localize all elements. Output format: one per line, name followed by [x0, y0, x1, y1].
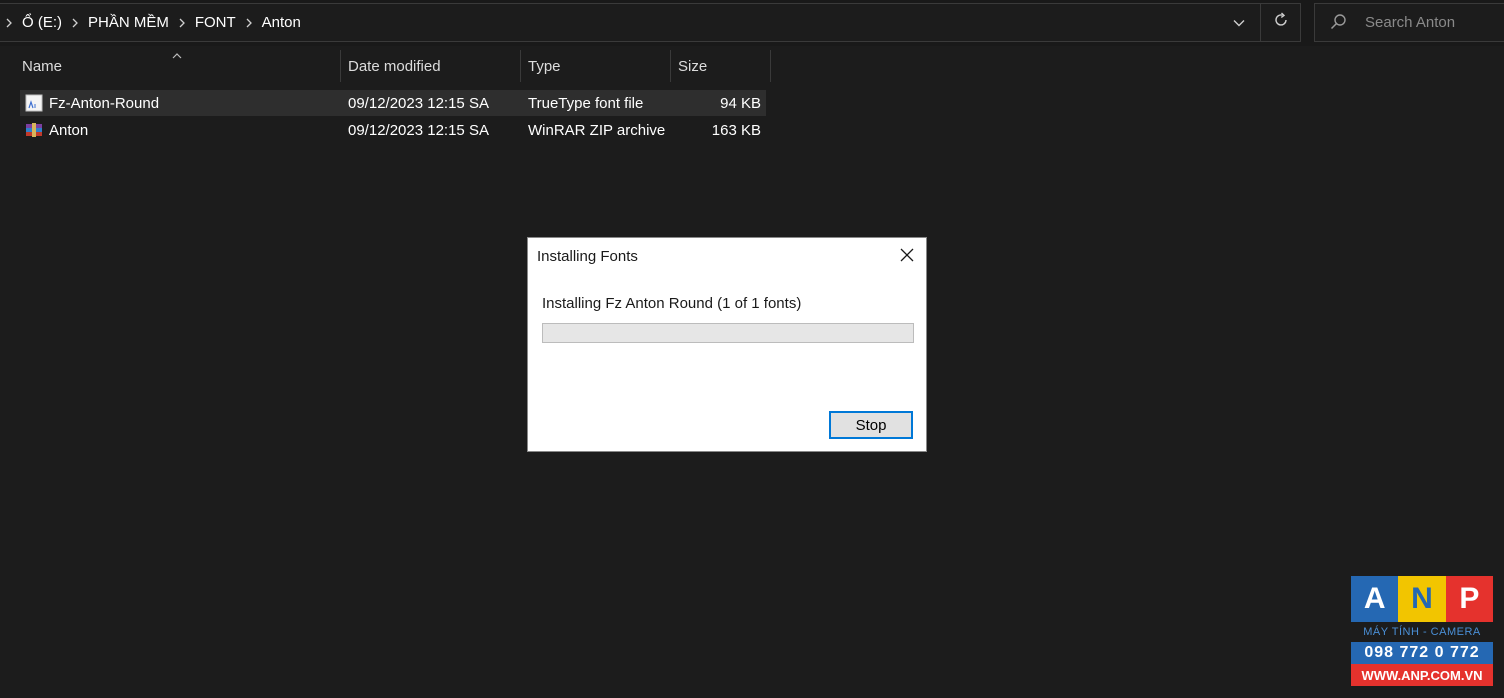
toolbar: Ổ (E:) PHẦN MỀM FONT Anton Search Anton	[0, 0, 1504, 46]
file-type: TrueType font file	[528, 94, 644, 112]
stop-button[interactable]: Stop	[829, 411, 913, 439]
breadcrumb-phan-mem[interactable]: PHẦN MỀM	[84, 14, 173, 31]
refresh-icon	[1273, 12, 1289, 33]
column-header-type[interactable]: Type	[521, 50, 670, 82]
close-icon	[900, 248, 914, 267]
logo-letter-a: A	[1351, 576, 1399, 622]
refresh-button[interactable]	[1263, 4, 1299, 41]
breadcrumb-drive[interactable]: Ổ (E:)	[18, 14, 66, 31]
logo-letter-n: N	[1398, 576, 1446, 622]
address-history-button[interactable]	[1222, 4, 1256, 41]
breadcrumb-font[interactable]: FONT	[191, 14, 240, 31]
chevron-right-icon[interactable]	[240, 18, 258, 28]
breadcrumb: Ổ (E:) PHẦN MỀM FONT Anton	[0, 4, 305, 41]
installing-fonts-dialog: Installing Fonts Installing Fz Anton Rou…	[527, 237, 927, 452]
chevron-down-icon	[1233, 14, 1245, 32]
column-header-date-modified[interactable]: Date modified	[341, 50, 520, 82]
chevron-right-icon[interactable]	[0, 18, 18, 28]
progress-bar	[542, 323, 914, 343]
address-bar[interactable]: Ổ (E:) PHẦN MỀM FONT Anton	[0, 3, 1301, 42]
column-header-size[interactable]: Size	[671, 50, 770, 82]
search-input[interactable]: Search Anton	[1365, 14, 1455, 31]
file-name[interactable]: Fz-Anton-Round	[49, 90, 159, 116]
logo-website: WWW.ANP.COM.VN	[1351, 664, 1493, 686]
column-header-name[interactable]: Name	[15, 50, 340, 82]
file-row[interactable]: Anton 09/12/2023 12:15 SA WinRAR ZIP arc…	[20, 117, 766, 143]
search-box[interactable]: Search Anton	[1314, 3, 1504, 42]
winrar-archive-icon	[25, 121, 43, 139]
file-name[interactable]: Anton	[49, 117, 88, 143]
file-size: 94 KB	[720, 94, 761, 112]
dialog-title: Installing Fonts	[537, 248, 638, 265]
chevron-right-icon[interactable]	[173, 18, 191, 28]
breadcrumb-anton[interactable]: Anton	[258, 14, 305, 31]
font-file-icon	[25, 94, 43, 112]
logo-phone: 098 772 0 772	[1351, 642, 1493, 664]
file-date: 09/12/2023 12:15 SA	[348, 121, 489, 139]
logo-tagline: MÁY TÍNH - CAMERA	[1363, 626, 1481, 638]
file-date: 09/12/2023 12:15 SA	[348, 94, 489, 112]
anp-logo: A N P MÁY TÍNH - CAMERA 098 772 0 772 WW…	[1351, 576, 1493, 688]
chevron-right-icon[interactable]	[66, 18, 84, 28]
logo-letters: A N P	[1351, 576, 1493, 622]
divider	[1260, 4, 1261, 41]
close-button[interactable]	[890, 241, 924, 273]
logo-letter-p: P	[1445, 576, 1493, 622]
file-type: WinRAR ZIP archive	[528, 121, 666, 139]
search-icon	[1329, 13, 1347, 36]
dialog-message: Installing Fz Anton Round (1 of 1 fonts)	[542, 295, 802, 312]
file-row[interactable]: Fz-Anton-Round 09/12/2023 12:15 SA TrueT…	[20, 90, 766, 116]
column-divider[interactable]	[770, 50, 771, 82]
file-size: 163 KB	[711, 121, 761, 139]
